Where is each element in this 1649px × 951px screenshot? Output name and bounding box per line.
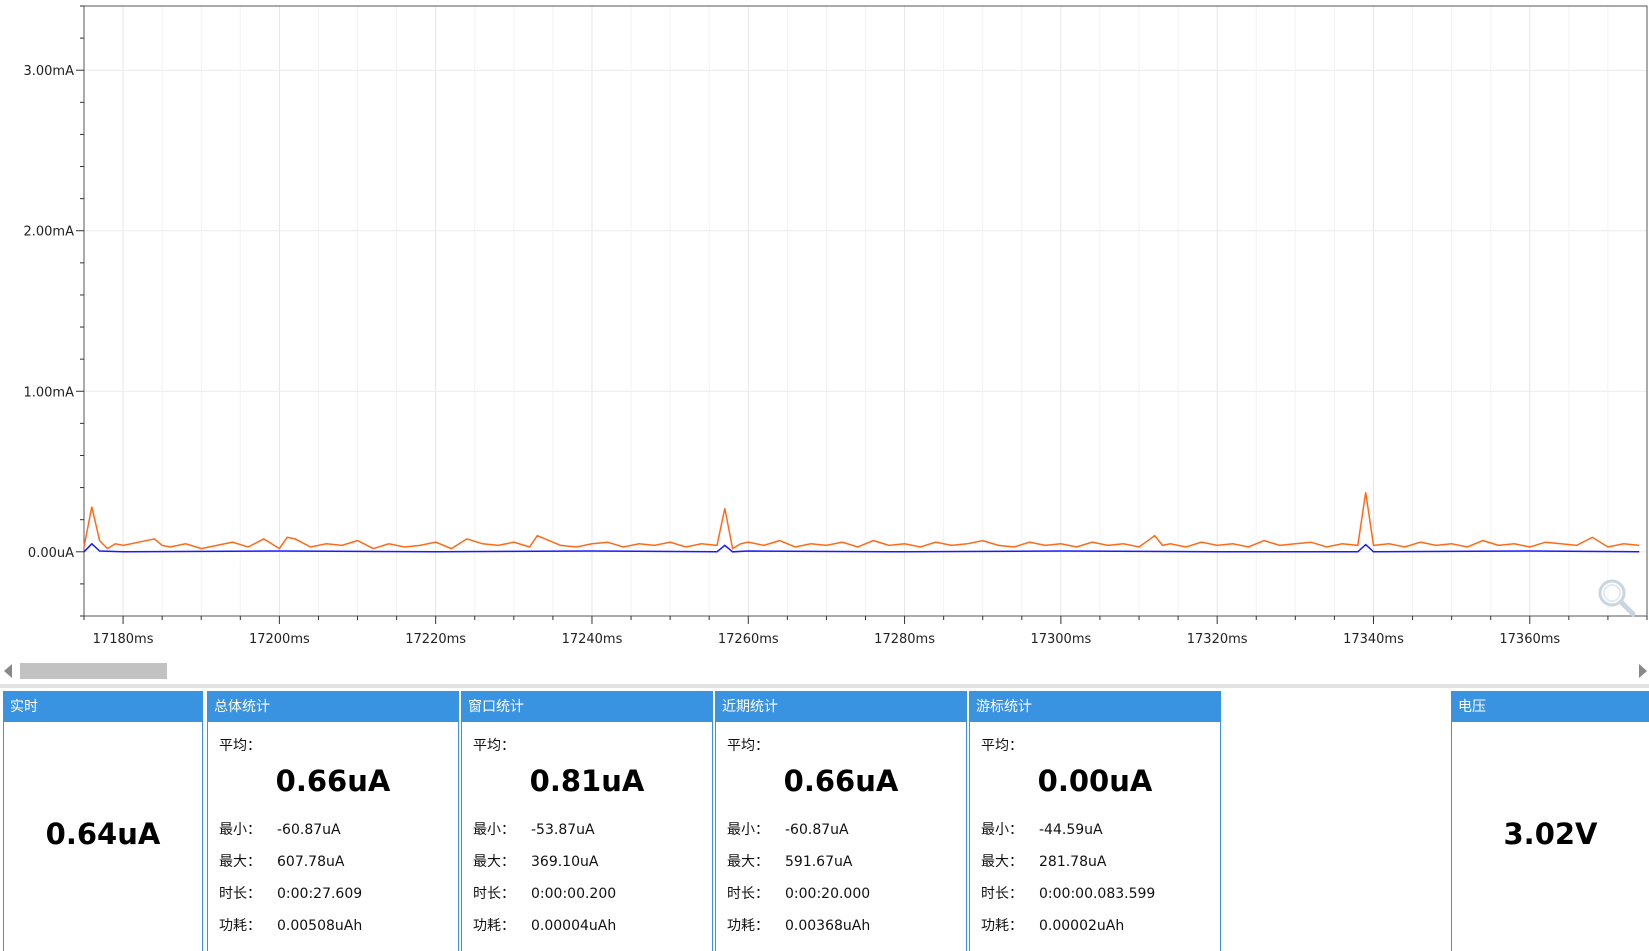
duration-value: 0:00:00.200 (531, 886, 617, 902)
y-tick-label: 3.00mA (23, 64, 74, 79)
max-label: 最大： (727, 854, 769, 870)
scroll-thumb[interactable] (20, 663, 167, 679)
x-tick-label: 17180ms (93, 632, 154, 647)
avg-label: 平均： (981, 738, 1023, 754)
y-tick-label: 2.00mA (23, 225, 74, 240)
x-tick-label: 17200ms (249, 632, 310, 647)
duration-label: 时长： (219, 886, 261, 902)
panel-divider (0, 684, 1649, 688)
panel-title: 游标统计 (970, 692, 1220, 722)
min-value: -60.87uA (277, 822, 341, 838)
energy-value: 0.00368uAh (785, 918, 871, 934)
cursor-stats-panel: 游标统计 平均： 0.00uA 最小： -44.59uA 最大： 281.78uA … (969, 691, 1221, 951)
energy-label: 功耗： (473, 918, 515, 934)
min-label: 最小： (981, 822, 1023, 838)
duration-row: 时长： 0:00:27.609 (219, 883, 362, 903)
avg-label: 平均： (473, 738, 515, 754)
max-label: 最大： (473, 854, 515, 870)
x-tick-label: 17320ms (1187, 632, 1248, 647)
tick-labels: 3.00mA 2.00mA 1.00mA 0.00uA 17180ms 17200ms 17… (23, 64, 1560, 647)
recent-stats-panel: 近期统计 平均： 0.66uA 最小： -60.87uA 最大： 591.67uA … (715, 691, 967, 951)
panel-title: 总体统计 (208, 692, 458, 722)
x-tick-label: 17280ms (874, 632, 935, 647)
max-row: 最大： 281.78uA (981, 851, 1106, 871)
energy-value: 0.00508uAh (277, 918, 363, 934)
duration-value: 0:00:27.609 (277, 886, 363, 902)
x-tick-label: 17360ms (1499, 632, 1560, 647)
energy-row: 功耗： 0.00002uAh (981, 915, 1124, 935)
duration-row: 时长： 0:00:00.083.599 (981, 883, 1155, 903)
min-value: -60.87uA (785, 822, 849, 838)
min-row: 最小： -60.87uA (219, 819, 341, 839)
max-row: 最大： 607.78uA (219, 851, 344, 871)
avg-label: 平均： (219, 738, 261, 754)
x-tick-label: 17300ms (1030, 632, 1091, 647)
min-label: 最小： (473, 822, 515, 838)
min-label: 最小： (727, 822, 769, 838)
panel-title: 实时 (4, 692, 202, 722)
panel-title: 近期统计 (716, 692, 966, 722)
duration-value: 0:00:00.083.599 (1039, 886, 1156, 902)
chart-canvas[interactable]: 3.00mA 2.00mA 1.00mA 0.00uA 17180ms 17200ms 17… (0, 0, 1649, 655)
energy-row: 功耗： 0.00368uAh (727, 915, 870, 935)
realtime-value: 0.64uA (45, 817, 161, 851)
arrow-right-icon[interactable] (1639, 664, 1647, 678)
max-value: 591.67uA (785, 854, 853, 870)
avg-value: 0.66uA (783, 764, 899, 798)
energy-label: 功耗： (727, 918, 769, 934)
duration-label: 时长： (473, 886, 515, 902)
energy-row: 功耗： 0.00004uAh (473, 915, 616, 935)
min-row: 最小： -53.87uA (473, 819, 595, 839)
realtime-panel: 实时 0.64uA (3, 691, 203, 951)
max-value: 369.10uA (531, 854, 599, 870)
total-stats-panel: 总体统计 平均： 0.66uA 最小： -60.87uA 最大： 607.78uA … (207, 691, 459, 951)
horizontal-scrollbar[interactable] (0, 660, 1649, 682)
window-stats-panel: 窗口统计 平均： 0.81uA 最小： -53.87uA 最大： 369.10uA … (461, 691, 713, 951)
min-label: 最小： (219, 822, 261, 838)
max-value: 607.78uA (277, 854, 345, 870)
min-value: -44.59uA (1039, 822, 1103, 838)
y-tick-label: 0.00uA (28, 546, 74, 561)
voltage-panel: 电压 3.02V (1451, 691, 1649, 951)
energy-value: 0.00002uAh (1039, 918, 1125, 934)
grid-lines (83, 6, 1648, 616)
voltage-value: 3.02V (1503, 817, 1598, 851)
avg-value: 0.66uA (275, 764, 391, 798)
energy-value: 0.00004uAh (531, 918, 617, 934)
energy-label: 功耗： (219, 918, 261, 934)
panel-title: 电压 (1452, 692, 1649, 722)
min-value: -53.87uA (531, 822, 595, 838)
current-chart[interactable]: 3.00mA 2.00mA 1.00mA 0.00uA 17180ms 17200ms 17… (0, 0, 1649, 655)
duration-row: 时长： 0:00:20.000 (727, 883, 870, 903)
avg-value: 0.81uA (529, 764, 645, 798)
duration-label: 时长： (727, 886, 769, 902)
duration-value: 0:00:20.000 (785, 886, 871, 902)
panel-title: 窗口统计 (462, 692, 712, 722)
max-label: 最大： (219, 854, 261, 870)
magnifier-icon[interactable] (1594, 575, 1638, 619)
chart-axes (76, 5, 1648, 624)
series-lines (83, 492, 1640, 553)
max-value: 281.78uA (1039, 854, 1107, 870)
min-row: 最小： -60.87uA (727, 819, 849, 839)
series-line-1 (83, 492, 1640, 550)
avg-value: 0.00uA (1037, 764, 1153, 798)
arrow-left-icon[interactable] (4, 664, 12, 678)
duration-row: 时长： 0:00:00.200 (473, 883, 616, 903)
scroll-track[interactable] (16, 663, 1633, 679)
x-tick-label: 17260ms (718, 632, 779, 647)
x-tick-label: 17340ms (1343, 632, 1404, 647)
max-row: 最大： 591.67uA (727, 851, 852, 871)
y-tick-label: 1.00mA (23, 385, 74, 400)
min-row: 最小： -44.59uA (981, 819, 1103, 839)
avg-label: 平均： (727, 738, 769, 754)
max-row: 最大： 369.10uA (473, 851, 598, 871)
x-tick-label: 17240ms (562, 632, 623, 647)
max-label: 最大： (981, 854, 1023, 870)
energy-label: 功耗： (981, 918, 1023, 934)
energy-row: 功耗： 0.00508uAh (219, 915, 362, 935)
duration-label: 时长： (981, 886, 1023, 902)
x-tick-label: 17220ms (405, 632, 466, 647)
